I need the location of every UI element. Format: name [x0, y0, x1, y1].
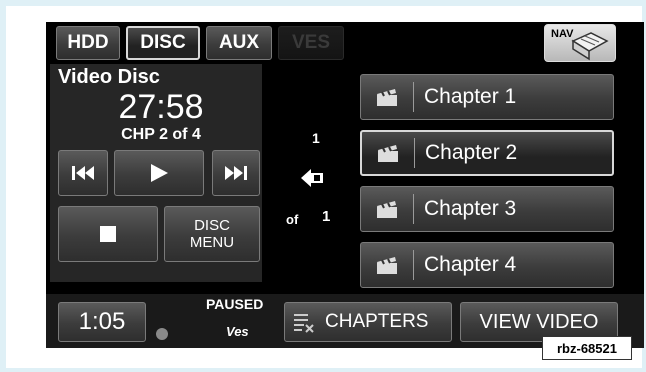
play-button[interactable]	[114, 150, 204, 196]
clock-button[interactable]: 1:05	[58, 302, 146, 342]
page-number: 1	[312, 130, 320, 146]
page-back-button[interactable]	[296, 166, 332, 190]
chapter-item-2[interactable]: Chapter 2	[360, 130, 614, 176]
disc-menu-line2: MENU	[189, 234, 235, 251]
skip-back-icon	[72, 166, 94, 180]
chapter-divider	[414, 138, 415, 168]
page-of-label: of	[286, 212, 299, 227]
elapsed-time: 27:58	[118, 88, 204, 126]
chapter-item-3[interactable]: Chapter 3	[360, 186, 614, 232]
tab-ves: VES	[278, 26, 344, 60]
chapter-divider	[413, 82, 414, 112]
previous-button[interactable]	[58, 150, 108, 196]
skip-forward-icon	[225, 166, 247, 180]
chapter-label: Chapter 4	[424, 253, 517, 276]
clapperboard-icon	[377, 257, 397, 274]
status-dot-icon	[156, 328, 168, 340]
chapter-status: CHP 2 of 4	[121, 126, 201, 143]
disc-menu-button[interactable]: DISC MENU	[164, 206, 260, 262]
stop-button[interactable]	[58, 206, 158, 262]
chapter-label: Chapter 1	[424, 85, 517, 108]
disc-menu-line1: DISC	[194, 217, 230, 234]
chapter-list-icon	[294, 314, 314, 333]
media-source-label: Video Disc	[58, 66, 160, 88]
chapters-button[interactable]: CHAPTERS	[284, 302, 452, 342]
nav-button[interactable]: NAV	[544, 24, 616, 62]
clapperboard-icon	[377, 201, 397, 218]
nav-map-icon	[571, 32, 609, 61]
chapter-item-4[interactable]: Chapter 4	[360, 242, 614, 288]
clapperboard-icon	[377, 89, 397, 106]
tab-disc[interactable]: DISC	[126, 26, 200, 60]
chapter-item-1[interactable]: Chapter 1	[360, 74, 614, 120]
tab-aux[interactable]: AUX	[206, 26, 272, 60]
clapperboard-icon	[378, 145, 398, 162]
chapter-label: Chapter 2	[425, 141, 518, 164]
radio-screen: HDD DISC AUX VES NAV Video Disc 27:58 CH…	[46, 22, 644, 348]
chapter-divider	[413, 194, 414, 224]
stop-icon	[100, 226, 116, 242]
reference-code: rbz-68521	[542, 336, 632, 360]
playback-status: PAUSED	[206, 296, 264, 312]
back-arrow-icon	[301, 169, 323, 187]
chapter-label: Chapter 3	[424, 197, 517, 220]
chapters-label: CHAPTERS	[325, 311, 429, 332]
ves-label: Ves	[226, 324, 249, 339]
page-total: 1	[322, 208, 331, 225]
play-icon	[151, 164, 168, 182]
tab-hdd[interactable]: HDD	[56, 26, 120, 60]
image-frame: HDD DISC AUX VES NAV Video Disc 27:58 CH…	[6, 6, 644, 368]
next-button[interactable]	[212, 150, 260, 196]
chapter-divider	[413, 250, 414, 280]
